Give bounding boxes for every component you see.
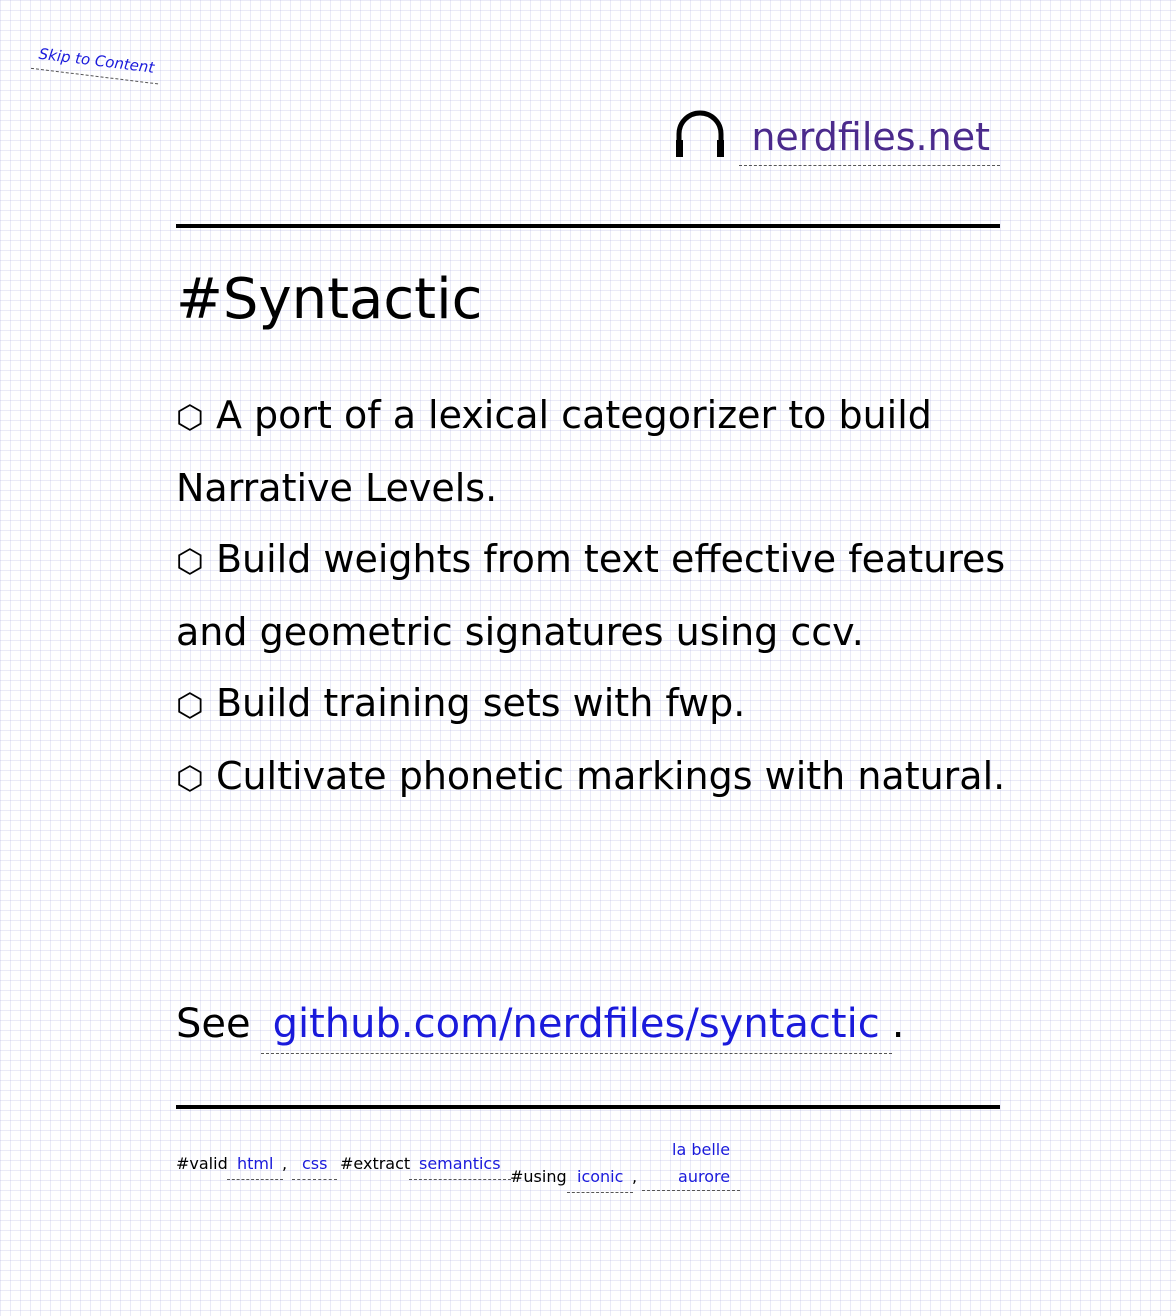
footer-comma: , (282, 1154, 288, 1173)
list-item-text: Build weights from text effective featur… (176, 537, 1006, 654)
footer-divider (176, 1105, 1000, 1109)
footer-extract-label: #extract (340, 1154, 411, 1173)
hexagon-icon: ⬡ (176, 686, 204, 724)
github-repo-link[interactable]: github.com/nerdfiles/syntactic (260, 1001, 892, 1054)
list-item-text: Cultivate phonetic markings with natural… (215, 754, 1006, 798)
skip-to-content-link[interactable]: Skip to Content (30, 44, 162, 85)
headphones-icon (676, 110, 725, 157)
list-item: ⬡ A port of a lexical categorizer to buil… (176, 380, 1006, 524)
footer-iconic-link[interactable]: iconic (567, 1167, 634, 1193)
list-item: ⬡ Build training sets with fwp. (176, 668, 1006, 741)
footer-font-link-line1: la belle (672, 1140, 731, 1159)
see-prefix: See (176, 1001, 251, 1047)
feature-list: ⬡ A port of a lexical categorizer to buil… (176, 380, 1006, 814)
site-brand: nerdfiles.net (673, 108, 1000, 166)
footer-semantics-link[interactable]: semantics (409, 1154, 511, 1180)
hexagon-icon: ⬡ (176, 398, 204, 436)
footer-font-link-line2: aurore (678, 1167, 731, 1186)
footer-valid-label: #valid (176, 1154, 228, 1173)
footer-comma: , (632, 1167, 638, 1186)
footer-css-link[interactable]: css (292, 1154, 338, 1180)
see-suffix: . (891, 1001, 905, 1047)
list-item-text: Build training sets with fwp. (215, 681, 746, 725)
see-line: See github.com/nerdfiles/syntactic. (176, 994, 904, 1054)
page-title: #Syntactic (176, 267, 483, 332)
list-item: ⬡ Build weights from text effective featu… (176, 524, 1006, 668)
list-item: ⬡ Cultivate phonetic markings with natura… (176, 741, 1006, 814)
list-item-text: A port of a lexical categorizer to build… (176, 393, 932, 510)
footer-html-link[interactable]: html (227, 1154, 284, 1180)
footer-font-link[interactable]: la belle aurore (642, 1136, 741, 1191)
header-divider (176, 224, 1000, 228)
footer-using-label: #using (510, 1167, 567, 1186)
hexagon-icon: ⬡ (176, 542, 204, 580)
site-home-link[interactable]: nerdfiles.net (739, 109, 1000, 166)
hexagon-icon: ⬡ (176, 759, 204, 797)
